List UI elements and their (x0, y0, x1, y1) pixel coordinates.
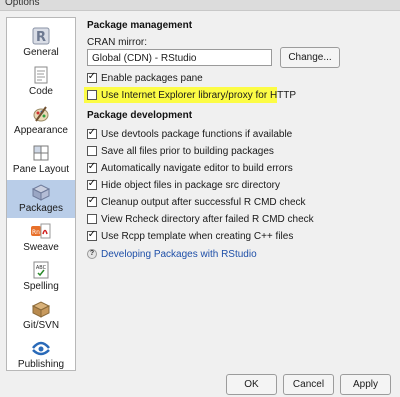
options-content: Package management CRAN mirror: Global (… (80, 0, 400, 397)
checkmark-icon: ✓ (87, 195, 97, 206)
sidebar-item-label: Git/SVN (22, 320, 60, 331)
apply-button[interactable]: Apply (340, 374, 391, 395)
checkmark-icon: ✓ (87, 229, 97, 240)
publishing-icon (30, 339, 52, 357)
sidebar-item-sweave[interactable]: Rn Sweave (7, 219, 75, 257)
sidebar-item-label: Publishing (17, 359, 65, 370)
sidebar-item-label: Appearance (14, 125, 68, 136)
checkmark-icon: ✓ (87, 71, 97, 82)
sidebar-item-publishing[interactable]: Publishing (7, 336, 75, 374)
sidebar-item-code[interactable]: Code (7, 63, 75, 101)
sidebar-item-label: General (23, 47, 59, 58)
sidebar-item-general[interactable]: R General (7, 24, 75, 62)
sidebar-item-label: Sweave (23, 242, 59, 253)
sidebar-item-pane-layout[interactable]: Pane Layout (7, 141, 75, 179)
change-mirror-button[interactable]: Change... (280, 47, 340, 68)
options-sidebar: R General Code Appearance Pane Layout Pa… (6, 17, 76, 371)
package-box-icon (30, 183, 52, 201)
sweave-pdf-icon: Rn (30, 222, 52, 240)
cran-mirror-field[interactable]: Global (CDN) - RStudio (87, 49, 272, 66)
svg-text:Rn: Rn (32, 229, 40, 236)
sidebar-item-spelling[interactable]: ABC Spelling (7, 258, 75, 296)
sidebar-item-git-svn[interactable]: Git/SVN (7, 297, 75, 335)
cran-mirror-label: CRAN mirror: (87, 37, 147, 48)
checkmark-icon: ✓ (87, 127, 97, 138)
r-logo-icon: R (30, 27, 52, 45)
package-management-heading: Package management (87, 20, 193, 31)
svg-text:R: R (36, 30, 46, 45)
code-document-icon (30, 66, 52, 84)
sidebar-item-label: Packages (19, 203, 63, 214)
sidebar-item-label: Spelling (23, 281, 59, 292)
sidebar-item-label: Pane Layout (12, 164, 70, 175)
sidebar-item-packages[interactable]: Packages (7, 180, 75, 218)
checkmark-icon: ✓ (87, 161, 97, 172)
cancel-button[interactable]: Cancel (283, 374, 334, 395)
sidebar-item-label: Code (29, 86, 53, 97)
paint-icon (30, 105, 52, 123)
help-question-icon: ? (87, 249, 97, 259)
checkmark-icon: ✓ (87, 178, 97, 189)
package-development-heading: Package development (87, 110, 193, 121)
pane-layout-icon (30, 144, 52, 162)
window-title: Options (5, 0, 40, 8)
spelling-abc-icon: ABC (30, 261, 52, 279)
ok-button[interactable]: OK (226, 374, 277, 395)
git-box-icon (30, 300, 52, 318)
developing-packages-link[interactable]: Developing Packages with RStudio (101, 248, 257, 261)
sidebar-item-appearance[interactable]: Appearance (7, 102, 75, 140)
svg-text:ABC: ABC (36, 265, 47, 271)
